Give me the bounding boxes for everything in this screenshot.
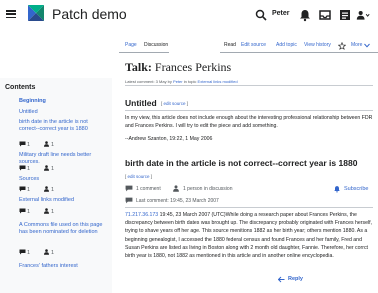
divider xyxy=(125,207,373,208)
toc-item-military-draft[interactable]: Military draft line needs better sources… xyxy=(19,152,107,166)
toc-item-commons-file[interactable]: A Commons file used on this page has bee… xyxy=(19,222,107,236)
people-icon xyxy=(44,186,49,192)
latest-comment-user-link[interactable]: Peter xyxy=(173,79,183,84)
bell-icon[interactable] xyxy=(298,8,312,22)
bell-subscribe-icon[interactable] xyxy=(333,185,341,193)
comment-icon xyxy=(19,249,26,255)
comment-icon xyxy=(125,197,133,204)
subscribe-button[interactable]: Subscribe xyxy=(344,186,368,192)
section-body-untitled: In my view, this article does not includ… xyxy=(125,115,373,130)
people-icon xyxy=(44,165,49,171)
toc-item-birth-date[interactable]: birth date in the article is not correct… xyxy=(19,119,107,133)
tab-edit-source[interactable]: Edit source xyxy=(241,42,266,48)
toc-meta-military-draft: 1 1 xyxy=(19,165,107,173)
chevron-down-icon[interactable] xyxy=(364,43,370,48)
divider xyxy=(125,85,373,86)
comment-icon xyxy=(19,208,26,214)
logo[interactable] xyxy=(26,3,46,23)
people-icon xyxy=(44,208,49,214)
comment-icon xyxy=(19,186,26,192)
tab-read[interactable]: Read xyxy=(224,42,236,48)
latest-comment-line: Latest comment: 3 May by Peter in topic … xyxy=(125,79,238,84)
toc-item-external-links[interactable]: External links modified xyxy=(19,197,107,204)
toc-item-beginning[interactable]: Beginning xyxy=(19,98,107,105)
hamburger-menu-icon[interactable] xyxy=(6,10,16,19)
toc-meta-commons-file: 1 1 xyxy=(19,249,107,257)
tab-underline-left xyxy=(119,52,169,53)
section-body-birth-date: 71.217.36.173 19:45, 23 March 2007 (UTC)… xyxy=(125,212,373,260)
page-title: Talk: Frances Perkins xyxy=(125,60,232,74)
tab-page[interactable]: Page xyxy=(125,42,137,48)
people-icon xyxy=(44,141,49,147)
section-heading-untitled: Untitled xyxy=(125,98,157,108)
tab-underline-right xyxy=(220,52,378,53)
ip-address-link[interactable]: 71.217.36.173 xyxy=(125,212,158,218)
edit-source-link[interactable]: [ edit source ] xyxy=(125,174,152,179)
people-icon xyxy=(44,249,49,255)
people-count: 1 person in discussion xyxy=(183,186,233,192)
tab-more[interactable]: More xyxy=(351,42,362,48)
search-icon[interactable] xyxy=(255,9,267,21)
reply-button[interactable]: Reply xyxy=(288,276,303,282)
tab-add-topic[interactable]: Add topic xyxy=(276,42,297,48)
comment-count: 1 comment xyxy=(136,186,161,192)
latest-comment-topic-link[interactable]: External links modified xyxy=(198,79,238,84)
toc-item-untitled[interactable]: Untitled xyxy=(19,109,107,116)
toc-title: Contents xyxy=(5,84,36,91)
comment-icon xyxy=(125,185,133,192)
section-heading-birth-date: birth date in the article is not correct… xyxy=(125,158,358,168)
site-title[interactable]: Patch demo xyxy=(52,6,127,22)
people-icon xyxy=(173,185,179,192)
comment-icon xyxy=(19,165,26,171)
tray-icon[interactable] xyxy=(318,8,332,22)
signature: --Andrew Szanton, 19:22, 1 May 2006 xyxy=(125,136,213,142)
user-menu-icon[interactable] xyxy=(356,8,370,22)
toc-item-fathers-interest[interactable]: Frances' fathers interest xyxy=(19,263,107,270)
toc-item-sources[interactable]: Sources xyxy=(19,176,107,183)
edit-source-link[interactable]: [ edit source ] xyxy=(161,101,188,106)
toc-meta-sources: 1 1 xyxy=(19,186,107,194)
watchlist-icon[interactable] xyxy=(338,8,352,22)
last-comment-timestamp: Last comment: 19:45, 23 March 2007 xyxy=(136,198,219,204)
divider xyxy=(125,110,373,111)
username-link[interactable]: Peter xyxy=(272,10,290,17)
toc-meta-birth-date: 1 1 xyxy=(19,141,107,149)
comment-icon xyxy=(19,141,26,147)
top-header: Patch demo Peter xyxy=(0,0,378,32)
reply-arrow-icon[interactable] xyxy=(278,276,285,283)
star-icon[interactable] xyxy=(338,42,346,50)
toc-meta-external-links: 1 1 xyxy=(19,208,107,216)
tab-view-history[interactable]: View history xyxy=(304,42,331,48)
tab-discussion[interactable]: Discussion xyxy=(144,42,168,48)
